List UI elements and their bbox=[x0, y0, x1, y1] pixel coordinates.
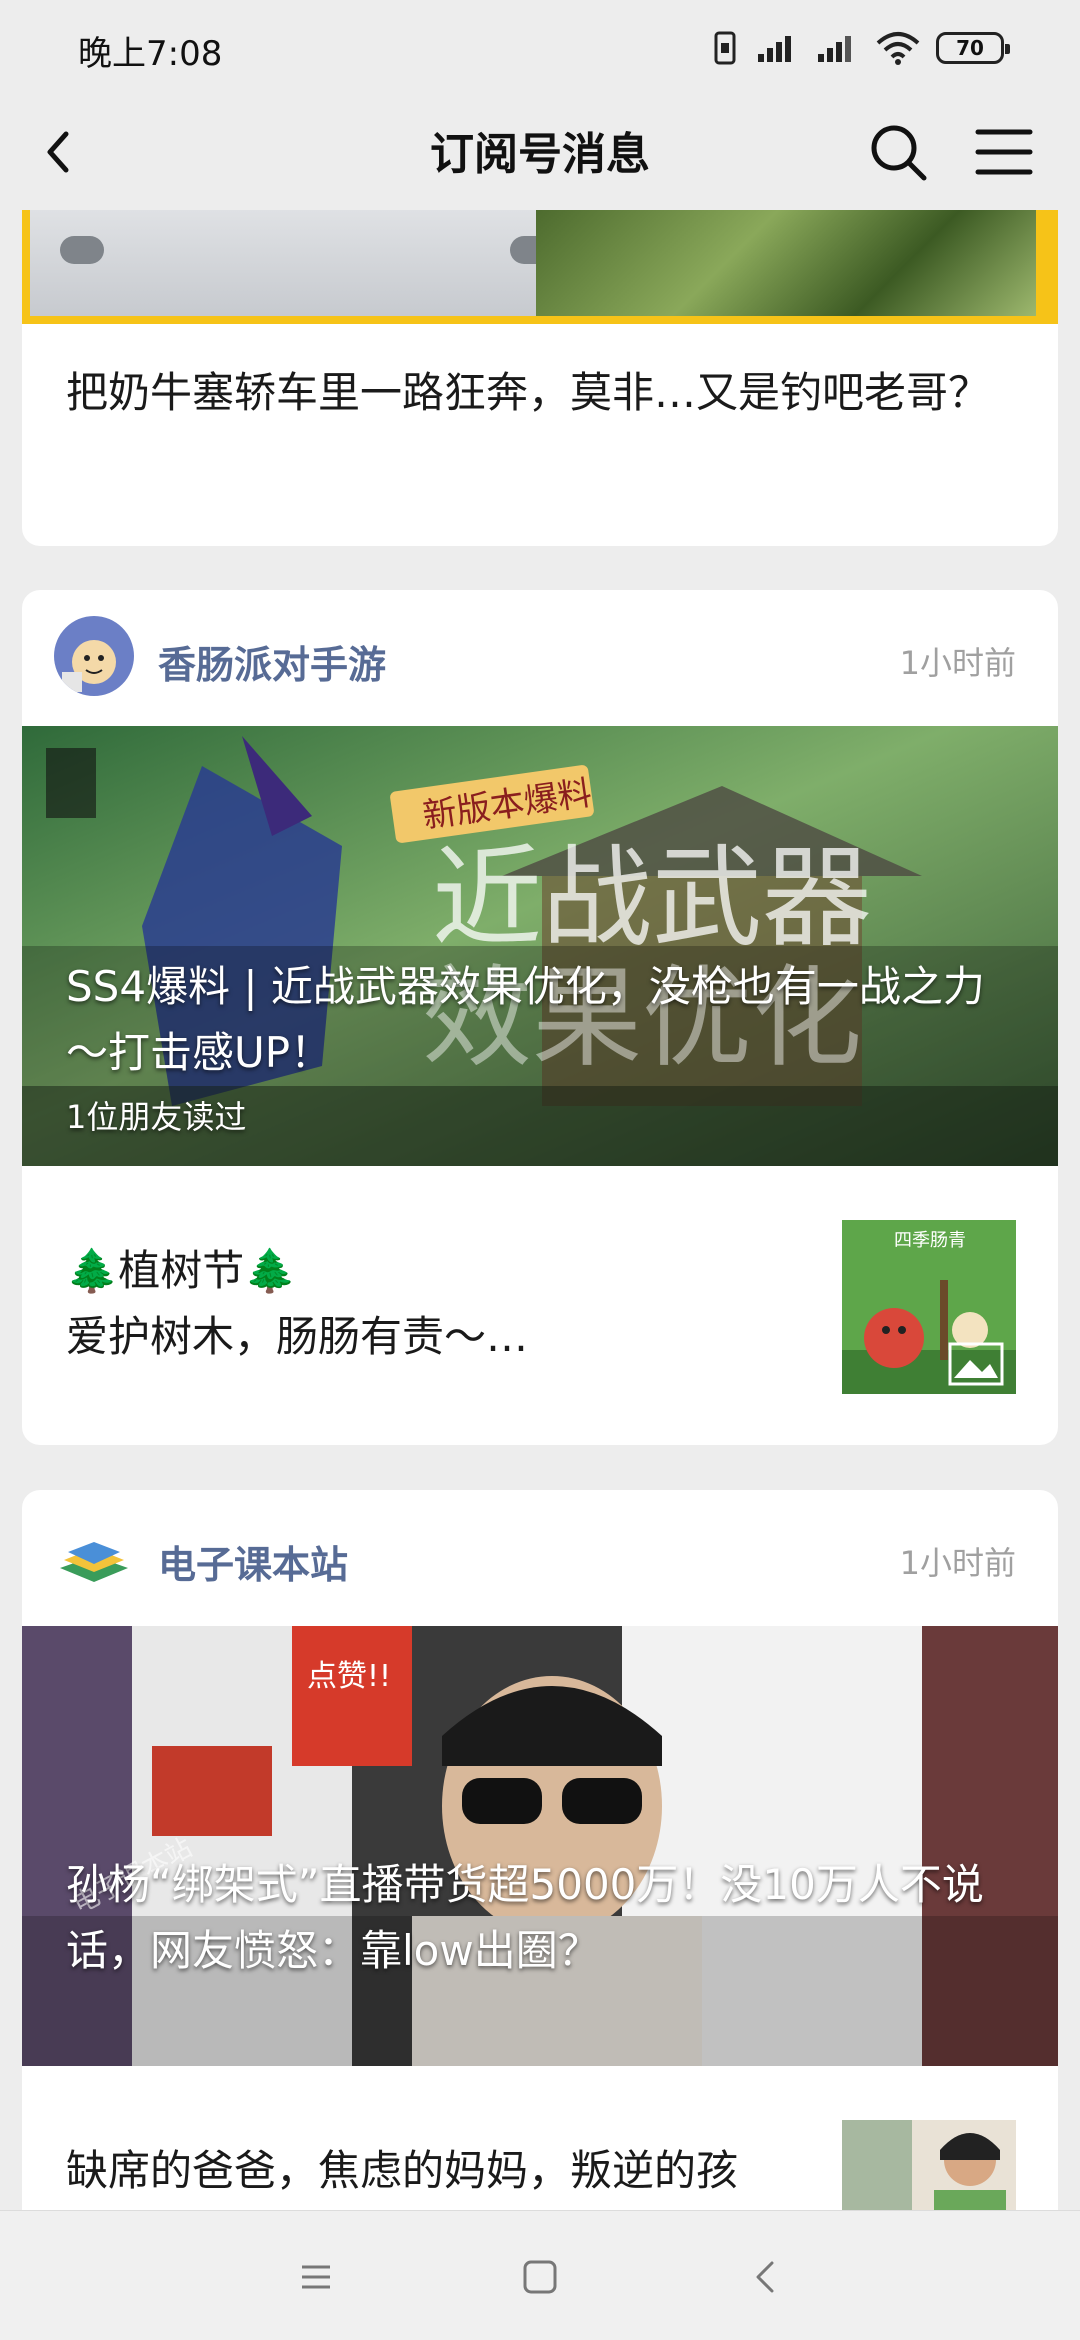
battery-level: 70 bbox=[956, 36, 984, 60]
cover-image[interactable]: 点赞!! 电子课本站 孙杨“绑架式”直播带货超5000万！没10万人不说话，网友… bbox=[22, 1626, 1058, 2066]
cover-title[interactable]: 孙杨“绑架式”直播带货超5000万！没10万人不说话，网友愤怒：靠low出圈？ bbox=[66, 1852, 1026, 1984]
back-icon[interactable] bbox=[738, 2249, 794, 2305]
account-name[interactable]: 电子课本站 bbox=[158, 1534, 348, 1589]
account-row[interactable]: 香肠派对手游 1小时前 bbox=[22, 590, 1058, 726]
nav-bar: 订阅号消息 bbox=[0, 96, 1080, 208]
cover-title[interactable]: SS4爆料 | 近战武器效果优化，没枪也有一战之力～打击感UP！ bbox=[66, 954, 1026, 1086]
hamburger-menu-icon[interactable] bbox=[972, 120, 1036, 184]
recent-apps-icon[interactable] bbox=[288, 2249, 344, 2305]
cover-sign-text: 点赞!! bbox=[307, 1659, 391, 1694]
list-item[interactable]: 🌲植树节🌲 爱护树木，肠肠有责～… 四季肠青 bbox=[22, 1166, 1058, 1445]
grass-image bbox=[536, 210, 1036, 316]
signal-icon-2 bbox=[818, 36, 851, 62]
post-time: 1小时前 bbox=[899, 644, 1016, 682]
status-time: 晚上7:08 bbox=[78, 34, 223, 74]
item-summary: 爱护树木，肠肠有责～… bbox=[66, 1312, 529, 1361]
thumb-label: 四季肠青 bbox=[894, 1230, 966, 1251]
battery-indicator: 70 bbox=[936, 32, 1010, 64]
system-nav-bar bbox=[0, 2210, 1080, 2340]
item-thumbnail[interactable]: 四季肠青 bbox=[842, 1220, 1016, 1394]
item-title: 缺席的爸爸，焦虑的妈妈，叛逆的孩 bbox=[66, 2146, 739, 2195]
home-icon[interactable] bbox=[512, 2249, 568, 2305]
post-time: 1小时前 bbox=[899, 1544, 1016, 1582]
account-row[interactable]: 电子课本站 1小时前 bbox=[22, 1490, 1058, 1626]
cover-photo: 点赞!! 电子课本站 bbox=[22, 1626, 1058, 2066]
search-icon[interactable] bbox=[866, 120, 930, 184]
account-name[interactable]: 香肠派对手游 bbox=[158, 634, 386, 689]
cover-image[interactable]: 新版本爆料 近战武器 效果优化 SS4爆料 | 近战武器效果优化，没枪也有一战之… bbox=[22, 726, 1058, 1166]
cover-big-text-1: 近战武器 bbox=[432, 834, 872, 962]
article-card-1[interactable]: 把奶牛塞轿车里一路狂奔，莫非…又是钓吧老哥？ bbox=[22, 210, 1058, 546]
item-title: 🌲植树节🌲 bbox=[66, 1246, 297, 1295]
article-headline[interactable]: 把奶牛塞轿车里一路狂奔，莫非…又是钓吧老哥？ bbox=[66, 360, 1026, 426]
status-bar: 晚上7:08 70 bbox=[0, 0, 1080, 96]
signal-icon bbox=[758, 36, 791, 62]
wifi-icon bbox=[876, 32, 920, 65]
car-handle bbox=[60, 236, 104, 264]
cover-image-cropped[interactable] bbox=[22, 210, 1058, 324]
vibrate-icon bbox=[714, 31, 736, 65]
article-card-2: 香肠派对手游 1小时前 新版本爆料 近战武器 效果优化 SS4爆料 | 近战武器… bbox=[22, 590, 1058, 1445]
car-door-image bbox=[30, 210, 554, 316]
avatar[interactable] bbox=[54, 1516, 134, 1596]
read-by-friends: 1位朋友读过 bbox=[66, 1098, 247, 1136]
status-icons: 70 bbox=[710, 28, 1010, 68]
avatar[interactable] bbox=[54, 616, 134, 696]
